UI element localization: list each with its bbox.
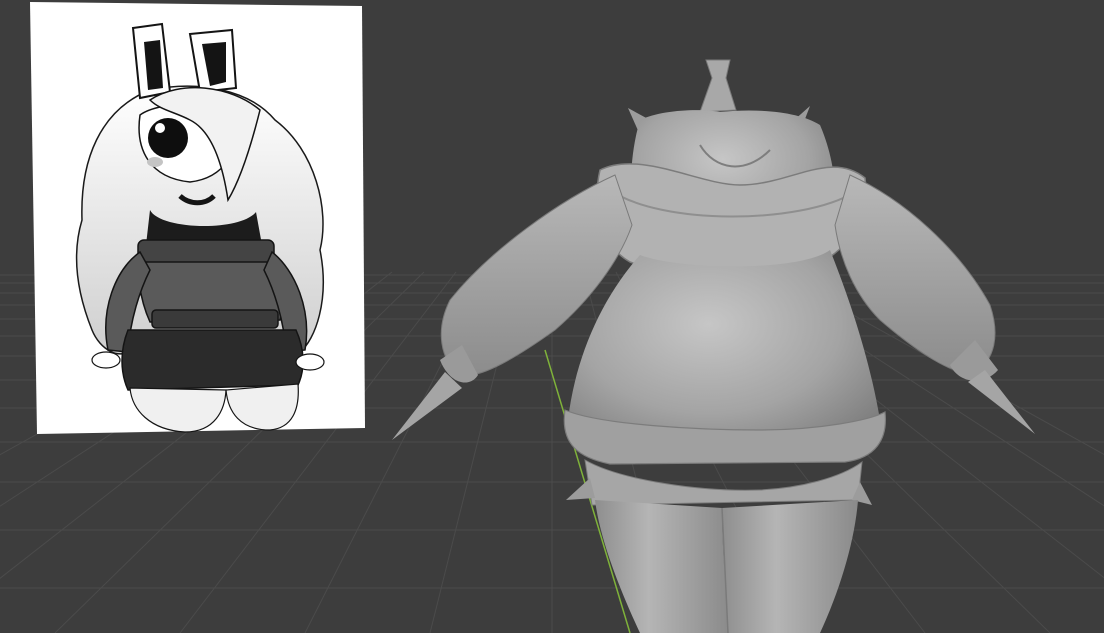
- sculpted-character-mesh[interactable]: [392, 59, 1035, 633]
- viewport-scene[interactable]: [0, 0, 1104, 633]
- reference-image-plane[interactable]: [30, 2, 365, 434]
- 3d-viewport[interactable]: [0, 0, 1104, 633]
